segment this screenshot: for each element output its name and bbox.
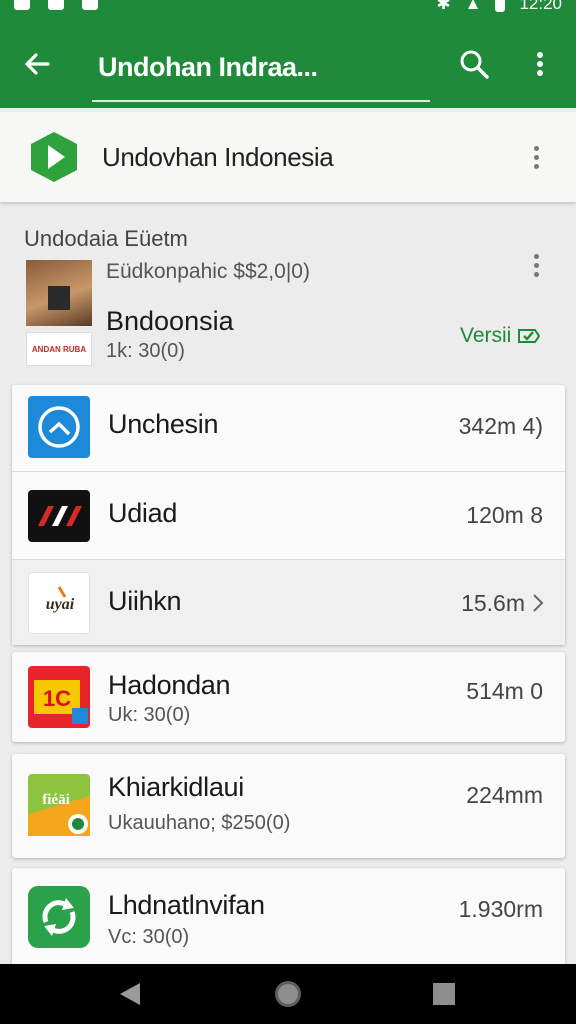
verified-check-icon <box>518 329 541 343</box>
app-list-card: Unchesin 342m 4) Udiad 120m 8 uyai Uiihk… <box>12 385 565 645</box>
svg-text:fiéäi: fiéäi <box>42 792 70 808</box>
featured-sub: 1k: 30(0) <box>106 340 185 362</box>
nav-recents-icon[interactable] <box>433 983 455 1005</box>
app-size: 1.930rm <box>458 896 543 922</box>
status-time: 12:20 <box>519 0 562 13</box>
app-name: Lhdnatlnvifan <box>108 890 265 920</box>
search-button[interactable] <box>456 46 492 82</box>
nav-home-icon[interactable] <box>275 981 301 1007</box>
app-size: 120m 8 <box>466 502 543 528</box>
version-label: Versii <box>460 324 512 347</box>
featured-thumbnail <box>26 260 92 326</box>
refresh-logo-icon <box>28 886 90 948</box>
uyah-logo-icon: uyai <box>28 572 90 634</box>
app-name: Uiihkn <box>108 586 182 616</box>
app-bar: Undohan Indraa... <box>0 22 576 108</box>
app-size: 224mm <box>466 782 543 808</box>
udiad-logo-icon <box>28 490 90 542</box>
featured-meta: Eüdkonpahic $$2,0|0) <box>106 260 310 283</box>
more-vert-icon <box>537 52 543 76</box>
notification-icon <box>48 0 64 10</box>
featured-menu-button[interactable] <box>526 250 546 280</box>
bluetooth-icon: ✱ <box>436 0 451 13</box>
featured-section[interactable]: Undodaia Eüetm ANDAN RUBA Eüdkonpahic $$… <box>0 212 576 380</box>
section-label: Undodaia Eüetm <box>24 226 188 251</box>
app-size: 514m 0 <box>466 678 543 704</box>
list-item[interactable]: uyai Uiihkn 15.6m <box>12 559 565 645</box>
clock-icon <box>28 396 90 458</box>
app-name: Unchesin <box>108 409 219 439</box>
app-sub: Vc: 30(0) <box>108 926 190 948</box>
notification-icon <box>82 0 98 10</box>
1c-logo-icon: 1C <box>28 666 90 728</box>
search-icon <box>460 50 489 79</box>
overflow-menu-button[interactable] <box>528 46 552 82</box>
back-button[interactable] <box>18 44 58 84</box>
app-name: Khiarkidlaui <box>108 772 244 802</box>
header-title: Undovhan Indonesia <box>102 142 334 172</box>
sticker-logo-icon: fiéäi <box>28 774 90 836</box>
svg-text:1C: 1C <box>43 686 71 711</box>
app-sub: Ukauuhano; $250(0) <box>108 812 291 834</box>
signal-icon: ▲ <box>464 0 482 13</box>
list-item[interactable]: Udiad 120m 8 <box>12 471 565 559</box>
arrow-left-icon <box>25 53 50 75</box>
app-card[interactable]: fiéäi Khiarkidlaui Ukauuhano; $250(0) 22… <box>12 754 565 858</box>
search-input[interactable]: Undohan Indraa... <box>92 42 430 102</box>
header-menu-button[interactable] <box>526 142 546 172</box>
play-store-logo-icon <box>31 132 77 182</box>
battery-icon <box>495 0 506 12</box>
list-item[interactable]: Unchesin 342m 4) <box>12 385 565 471</box>
app-name: Hadondan <box>108 670 231 700</box>
app-header-card[interactable]: Undovhan Indonesia <box>0 112 576 202</box>
navigation-bar <box>0 964 576 1024</box>
status-bar: ✱ ▲ 12:20 <box>0 0 576 22</box>
app-name: Udiad <box>108 498 178 528</box>
featured-banner: ANDAN RUBA <box>26 332 92 366</box>
app-card[interactable]: Lhdnatlnvifan Vc: 30(0) 1.930rm <box>12 868 565 968</box>
version-badge: Versii <box>460 324 541 348</box>
notification-icon <box>14 0 30 10</box>
app-sub: Uk: 30(0) <box>108 704 191 726</box>
search-query: Undohan Indraa... <box>98 52 318 82</box>
app-card[interactable]: 1C Hadondan Uk: 30(0) 514m 0 <box>12 652 565 742</box>
featured-name: Bndoonsia <box>106 306 234 336</box>
nav-back-icon[interactable] <box>120 983 140 1005</box>
app-size: 15.6m <box>461 590 525 616</box>
chevron-right-icon <box>533 594 544 612</box>
app-size: 342m 4) <box>458 413 543 439</box>
svg-text:uyai: uyai <box>46 596 75 613</box>
